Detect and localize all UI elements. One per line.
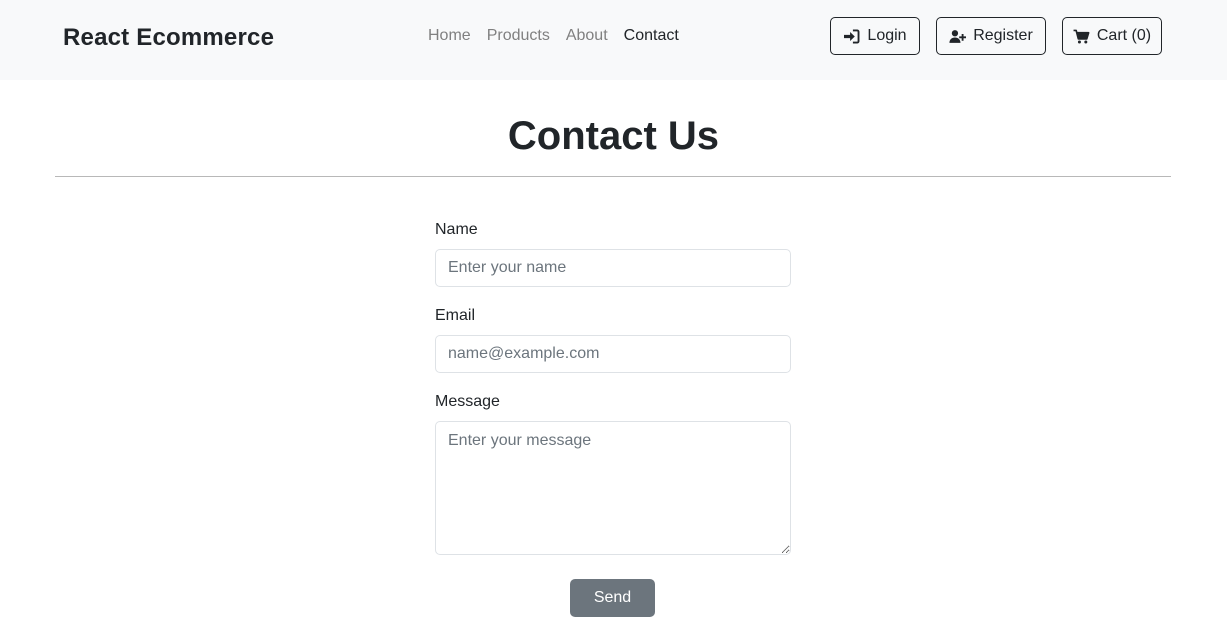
- register-button[interactable]: Register: [936, 17, 1046, 55]
- message-textarea[interactable]: [435, 421, 791, 555]
- cart-button[interactable]: Cart (0): [1062, 17, 1162, 55]
- register-label: Register: [973, 27, 1033, 44]
- nav-link-about[interactable]: About: [566, 27, 608, 45]
- nav-link-products[interactable]: Products: [487, 27, 550, 45]
- name-input[interactable]: [435, 249, 791, 287]
- email-input[interactable]: [435, 335, 791, 373]
- shopping-cart-icon: [1073, 29, 1090, 43]
- nav-link-contact[interactable]: Contact: [624, 27, 679, 45]
- message-label: Message: [435, 393, 500, 410]
- login-label: Login: [867, 27, 907, 44]
- navbar: React Ecommerce Home Products About Cont…: [0, 0, 1227, 80]
- nav-link-home[interactable]: Home: [428, 27, 471, 45]
- sign-in-icon: [844, 28, 860, 44]
- nav-links: Home Products About Contact: [428, 27, 679, 45]
- send-button[interactable]: Send: [570, 579, 655, 617]
- user-plus-icon: [949, 29, 967, 43]
- email-label: Email: [435, 307, 476, 324]
- page-title: Contact Us: [507, 114, 720, 158]
- name-label: Name: [435, 221, 478, 238]
- title-divider: [55, 176, 1171, 177]
- login-button[interactable]: Login: [830, 17, 920, 55]
- brand-logo[interactable]: React Ecommerce: [63, 24, 274, 52]
- cart-label: Cart (0): [1096, 27, 1152, 44]
